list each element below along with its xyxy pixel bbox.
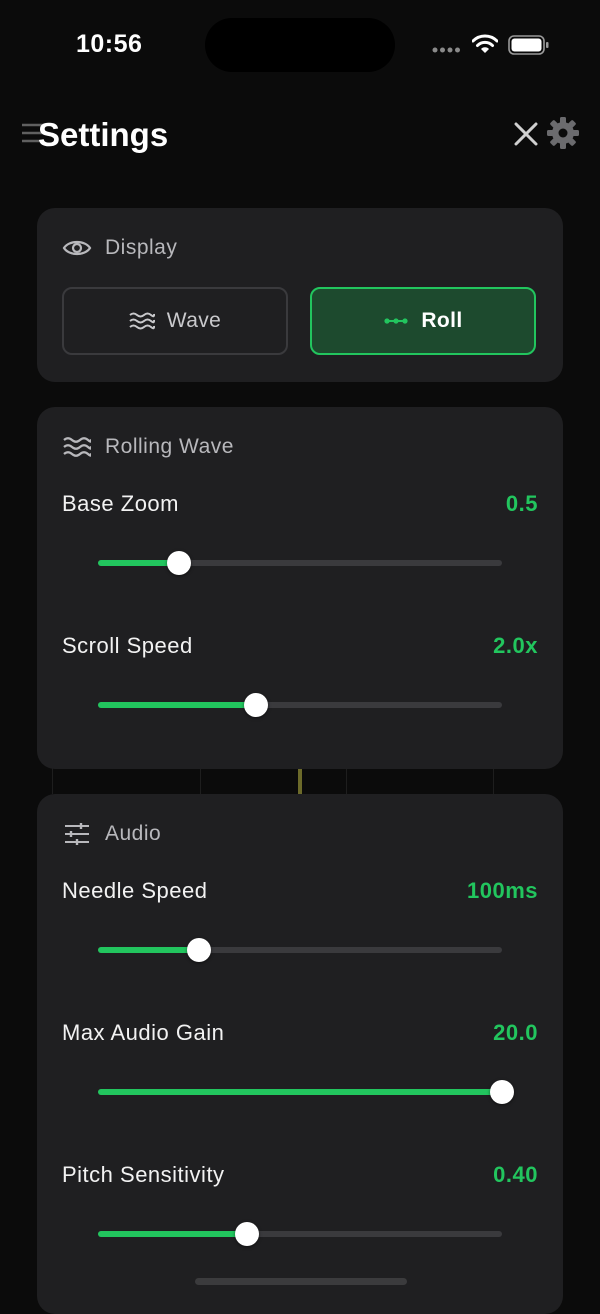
wave-icon: [63, 437, 91, 457]
audio-card: Audio Needle Speed 100ms Max Audio Gain …: [37, 794, 563, 1314]
cellular-signal-icon: [432, 47, 460, 53]
pitch-sensitivity-label: Pitch Sensitivity: [62, 1162, 225, 1187]
slider-fill: [98, 1231, 247, 1237]
slider-thumb[interactable]: [244, 693, 268, 717]
home-indicator: [195, 1278, 407, 1285]
display-option-roll[interactable]: Roll: [310, 287, 536, 355]
base-zoom-label: Base Zoom: [62, 491, 179, 516]
needle-speed-slider[interactable]: [98, 935, 502, 965]
audio-header: Audio: [62, 819, 161, 849]
max-audio-gain-value: 20.0: [493, 1020, 538, 1045]
sliders-icon: [65, 823, 89, 845]
display-option-roll-label: Roll: [421, 309, 463, 332]
max-audio-gain-setting: Max Audio Gain 20.0: [62, 1020, 538, 1140]
display-card: Display Wave Roll: [37, 208, 563, 382]
scroll-speed-slider[interactable]: [98, 690, 502, 720]
battery-icon: [508, 35, 549, 55]
rolling-wave-card: Rolling Wave Base Zoom 0.5 Scroll Speed …: [37, 407, 563, 769]
display-title: Display: [105, 236, 178, 259]
rolling-wave-title: Rolling Wave: [105, 435, 234, 458]
max-audio-gain-slider[interactable]: [98, 1077, 514, 1107]
close-button[interactable]: [510, 118, 542, 150]
slider-fill: [98, 1089, 502, 1095]
base-zoom-setting: Base Zoom 0.5: [62, 491, 538, 611]
pitch-sensitivity-slider[interactable]: [98, 1219, 502, 1249]
waveform-background: [52, 768, 552, 794]
needle-speed-value: 100ms: [466, 878, 538, 903]
slider-thumb[interactable]: [490, 1080, 514, 1104]
scroll-speed-label: Scroll Speed: [62, 633, 193, 658]
audio-title: Audio: [105, 822, 162, 845]
scroll-speed-value: 2.0x: [493, 633, 538, 658]
slider-fill: [98, 702, 256, 708]
display-option-wave[interactable]: Wave: [62, 287, 288, 355]
status-time: 10:56: [76, 30, 143, 58]
close-icon: [514, 122, 538, 146]
base-zoom-slider[interactable]: [98, 548, 502, 578]
roll-icon: [384, 318, 408, 324]
slider-thumb[interactable]: [187, 938, 211, 962]
base-zoom-value: 0.5: [505, 491, 538, 516]
pitch-sensitivity-setting: Pitch Sensitivity 0.40: [62, 1162, 538, 1282]
status-bar: 10:56: [0, 0, 600, 90]
slider-thumb[interactable]: [235, 1222, 259, 1246]
eye-icon: [62, 240, 92, 256]
needle-speed-label: Needle Speed: [62, 878, 208, 903]
rolling-wave-header: Rolling Wave: [62, 432, 234, 462]
page-title: Settings: [38, 116, 169, 153]
display-header: Display: [62, 233, 177, 263]
display-option-wave-label: Wave: [166, 309, 222, 332]
wifi-icon: [472, 34, 498, 53]
scroll-speed-setting: Scroll Speed 2.0x: [62, 633, 538, 753]
dynamic-island: [205, 18, 395, 72]
pitch-sensitivity-value: 0.40: [493, 1162, 538, 1187]
playhead-marker: [298, 768, 302, 794]
wave-icon: [129, 312, 155, 330]
slider-fill: [98, 947, 199, 953]
needle-speed-setting: Needle Speed 100ms: [62, 878, 538, 998]
settings-button[interactable]: [546, 116, 580, 150]
max-audio-gain-label: Max Audio Gain: [62, 1020, 225, 1045]
gear-icon: [547, 117, 579, 149]
slider-thumb[interactable]: [167, 551, 191, 575]
